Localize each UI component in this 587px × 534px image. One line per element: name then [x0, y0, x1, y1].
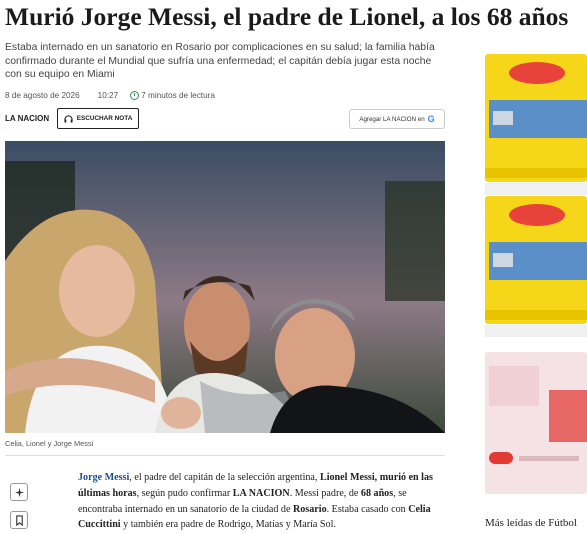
body-bold: 68 años	[360, 487, 394, 499]
ad-strip	[485, 168, 587, 178]
ad-text	[519, 456, 579, 461]
article-photo	[5, 141, 445, 433]
article-meta: 8 de agosto de 2026 10:27 7 minutos de l…	[5, 88, 215, 102]
article-body-paragraph: Jorge Messi, el padre del capitán de la …	[78, 470, 448, 533]
jorge-messi-link[interactable]: Jorge Messi	[78, 472, 129, 483]
body-text: , el padre del capitán de la selección a…	[129, 472, 320, 483]
ad-banner[interactable]	[485, 196, 587, 324]
body-text: . Messi padre, de	[289, 487, 361, 499]
body-bold: LA NACION	[232, 487, 290, 499]
bookmark-button[interactable]	[10, 511, 28, 529]
body-text: , según pudo confirmar	[136, 487, 233, 499]
headphones-icon	[64, 114, 73, 123]
ad-logo	[509, 62, 565, 84]
ad-button	[489, 452, 513, 464]
caption-divider	[5, 455, 445, 456]
ad-strip	[485, 310, 587, 320]
ad-banner[interactable]	[485, 54, 587, 182]
clock-icon	[130, 90, 140, 100]
listen-button-label: ESCUCHAR NOTA	[76, 115, 133, 122]
body-bold: Rosario	[292, 503, 327, 515]
photo-caption: Celia, Lionel y Jorge Messi	[5, 439, 94, 448]
body-text: . Estaba casado con	[326, 503, 409, 515]
listen-button[interactable]: ESCUCHAR NOTA	[57, 108, 139, 129]
article-date: 8 de agosto de 2026	[5, 90, 80, 100]
add-to-google-button[interactable]: Agregar LA NACION en G	[349, 109, 445, 129]
brand-label: LA NACION	[5, 114, 50, 123]
article-dek: Estaba internado en un sanatorio en Rosa…	[5, 42, 435, 81]
read-time: 7 minutos de lectura	[130, 90, 215, 100]
body-text: y también era padre de Rodrigo, Matías y…	[120, 519, 336, 531]
add-to-google-label: Agregar LA NACION en	[359, 115, 425, 123]
ad-banner[interactable]	[485, 352, 587, 494]
ad-gap	[485, 325, 587, 337]
read-time-label: 7 minutos de lectura	[141, 90, 215, 100]
google-icon: G	[427, 114, 435, 124]
article-headline: Murió Jorge Messi, el padre de Lionel, a…	[5, 2, 569, 31]
ad-column	[485, 40, 587, 494]
article-time: 10:27	[97, 90, 119, 100]
ad-image	[549, 390, 587, 442]
bookmark-icon	[15, 514, 23, 526]
ad-badge	[493, 253, 513, 267]
ad-logo	[509, 204, 565, 226]
most-read-heading: Más leídas de Fútbol	[485, 517, 577, 529]
ai-summary-icon	[14, 487, 24, 497]
family-photo-illustration	[5, 141, 445, 433]
ad-badge	[493, 111, 513, 125]
ad-gap	[485, 183, 587, 195]
ai-summary-button[interactable]	[10, 483, 28, 501]
ad-image	[489, 366, 539, 406]
